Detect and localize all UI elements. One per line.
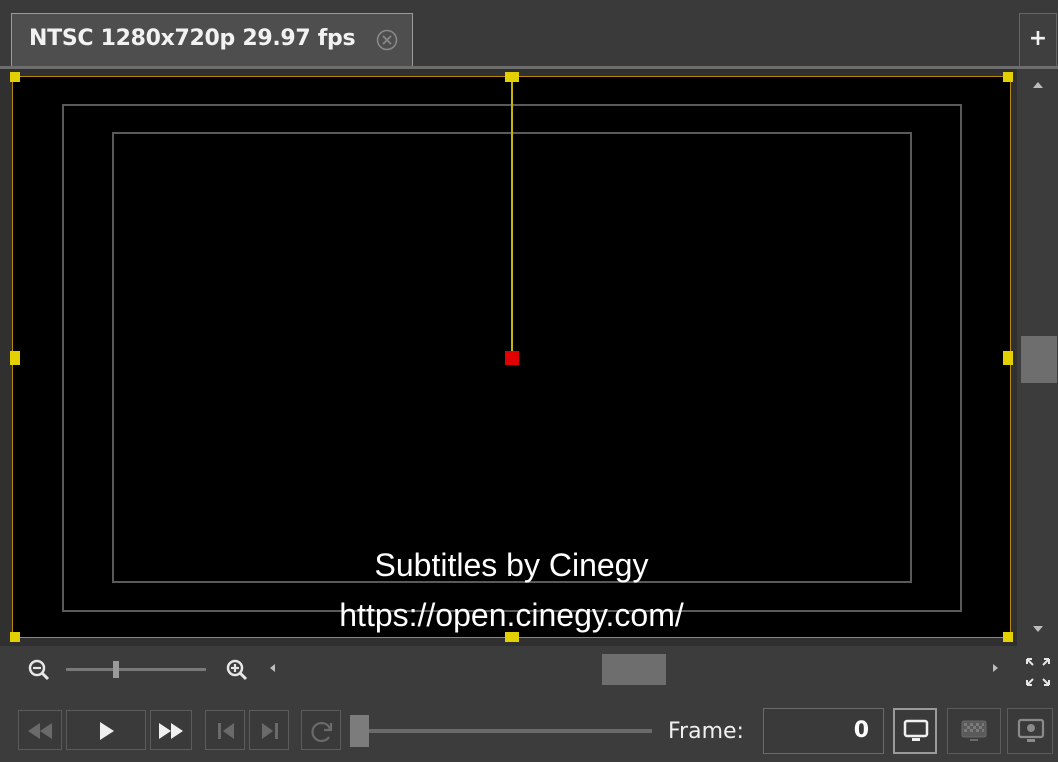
play-icon — [99, 722, 115, 740]
fast-forward-icon — [159, 723, 183, 739]
go-to-start-icon — [217, 722, 235, 740]
checkerboard-toggle-button[interactable] — [947, 708, 1001, 754]
go-to-start-button[interactable] — [205, 710, 245, 750]
horizontal-scroll-thumb[interactable] — [602, 654, 666, 685]
external-monitor-icon — [1017, 718, 1045, 744]
scroll-right-arrow[interactable] — [993, 664, 998, 672]
scroll-left-arrow[interactable] — [270, 664, 275, 672]
fast-forward-button[interactable] — [150, 710, 192, 750]
zoom-slider-track[interactable] — [66, 668, 206, 671]
rewind-button[interactable] — [18, 710, 62, 750]
timeline-slider-thumb[interactable] — [350, 715, 369, 747]
scroll-up-arrow[interactable] — [1033, 82, 1043, 88]
zoom-out-icon[interactable] — [27, 658, 53, 684]
tab-ntsc[interactable]: NTSC 1280x720p 29.97 fps — [11, 13, 413, 66]
subtitle-line-2: https://open.cinegy.com/ — [339, 597, 684, 633]
monitor-toggle-button[interactable] — [893, 708, 937, 754]
checkerboard-icon — [960, 719, 988, 743]
tab-title: NTSC 1280x720p 29.97 fps — [29, 26, 356, 51]
scroll-down-arrow[interactable] — [1033, 626, 1043, 632]
monitor-icon — [903, 718, 929, 744]
subtitle-line-1: Subtitles by Cinegy — [374, 547, 649, 583]
loop-button[interactable] — [301, 710, 341, 750]
close-circle-icon[interactable] — [376, 29, 398, 51]
zoom-bar — [0, 646, 1058, 696]
add-tab-button[interactable]: + — [1019, 13, 1057, 66]
zoom-slider-thumb[interactable] — [113, 661, 119, 678]
play-button[interactable] — [66, 710, 146, 750]
fullscreen-icon[interactable] — [1025, 657, 1051, 687]
rewind-icon — [28, 723, 52, 739]
go-to-end-icon — [261, 722, 279, 740]
frame-label: Frame: — [668, 719, 744, 744]
vertical-scroll-thumb[interactable] — [1021, 336, 1057, 383]
external-monitor-button[interactable] — [1007, 708, 1053, 754]
timeline-slider-track[interactable] — [358, 729, 652, 733]
loop-icon — [309, 719, 335, 745]
frame-input[interactable]: 0 — [763, 708, 884, 754]
zoom-in-icon[interactable] — [225, 658, 251, 684]
go-to-end-button[interactable] — [249, 710, 289, 750]
